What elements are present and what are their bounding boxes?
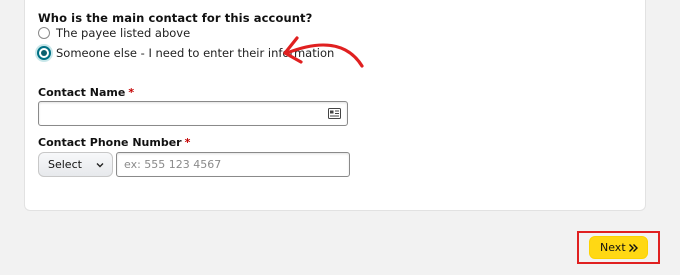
contact-card-icon[interactable] xyxy=(328,108,341,119)
required-marker: * xyxy=(184,136,191,149)
contact-name-label: Contact Name * xyxy=(38,86,134,99)
radio-button-payee[interactable] xyxy=(38,27,50,39)
contact-name-label-text: Contact Name xyxy=(38,86,126,99)
contact-phone-label-text: Contact Phone Number xyxy=(38,136,182,149)
country-code-select-value: Select xyxy=(48,158,82,171)
phone-number-placeholder: ex: 555 123 4567 xyxy=(124,158,222,171)
radio-label-payee: The payee listed above xyxy=(56,26,191,40)
double-chevron-right-icon xyxy=(629,244,638,252)
radio-option-payee[interactable]: The payee listed above xyxy=(38,26,190,40)
next-button-label: Next xyxy=(600,241,626,254)
annotation-arrow xyxy=(283,36,364,68)
contact-phone-label: Contact Phone Number * xyxy=(38,136,190,149)
chevron-down-icon xyxy=(96,163,104,168)
question-heading: Who is the main contact for this account… xyxy=(38,11,313,25)
country-code-select[interactable]: Select xyxy=(38,152,113,177)
contact-name-input[interactable] xyxy=(38,101,348,126)
required-marker: * xyxy=(128,86,135,99)
next-button[interactable]: Next xyxy=(589,236,648,259)
phone-number-input[interactable]: ex: 555 123 4567 xyxy=(116,152,350,177)
radio-button-someone-else[interactable] xyxy=(37,46,51,60)
